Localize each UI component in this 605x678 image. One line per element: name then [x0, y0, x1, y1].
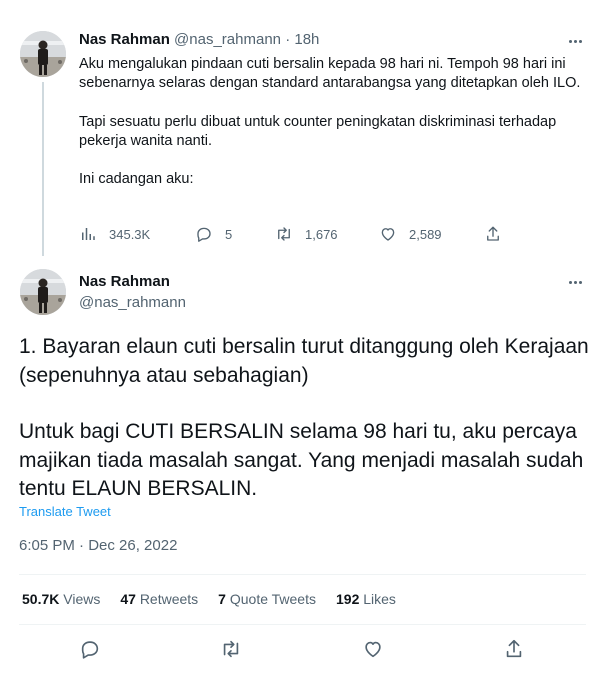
- tweet-text: Aku mengalukan pindaan cuti bersalin kep…: [79, 55, 589, 189]
- retweets-count: 47: [120, 591, 136, 607]
- likes-stat[interactable]: 192 Likes: [336, 591, 396, 607]
- like-icon: [365, 641, 381, 658]
- author-name[interactable]: Nas Rahman: [79, 31, 170, 48]
- tweet-text: 1. Bayaran elaun cuti bersalin turut dit…: [19, 333, 589, 504]
- tweet-paragraph: Tapi sesuatu perlu dibuat untuk counter …: [79, 113, 557, 149]
- views-stat: 50.7K Views: [22, 591, 100, 607]
- share-button[interactable]: [503, 638, 527, 662]
- views-count: 50.7K: [22, 591, 60, 607]
- views-label: Views: [63, 591, 101, 607]
- tweet-stats: 50.7K Views 47 Retweets 7 Quote Tweets 1…: [22, 591, 416, 607]
- like-icon: [381, 228, 395, 241]
- quotes-label: Quote Tweets: [229, 591, 316, 607]
- likes-count: 192: [336, 591, 360, 607]
- quotes-count: 7: [218, 591, 226, 607]
- share-icon: [506, 639, 522, 658]
- more-icon[interactable]: [564, 32, 586, 50]
- more-icon[interactable]: [564, 273, 586, 291]
- views-icon: [82, 228, 95, 240]
- divider: [19, 574, 586, 575]
- share-icon: [487, 226, 499, 241]
- like-button[interactable]: [362, 638, 386, 662]
- tweet-actions: 345.3K 5 1,676 2,589: [79, 225, 519, 247]
- reply-icon: [197, 227, 211, 242]
- reply-count: 5: [225, 226, 233, 242]
- divider: [19, 624, 586, 625]
- tweet-paragraph: Ini cadangan aku:: [79, 171, 194, 188]
- tweet-paragraph: 1. Bayaran elaun cuti bersalin turut dit…: [19, 335, 589, 387]
- translate-tweet-link[interactable]: Translate Tweet: [19, 504, 111, 519]
- retweets-stat[interactable]: 47 Retweets: [120, 591, 198, 607]
- like-count: 2,589: [409, 226, 442, 242]
- retweets-label: Retweets: [139, 591, 199, 607]
- reply-icon: [81, 641, 99, 659]
- views-button[interactable]: 345.3K: [79, 225, 150, 243]
- tweet-paragraph: Aku mengalukan pindaan cuti bersalin kep…: [79, 56, 581, 92]
- like-button[interactable]: 2,589: [379, 225, 442, 243]
- tweet-time[interactable]: 18h: [294, 31, 319, 48]
- tweet-datetime[interactable]: 6:05 PM · Dec 26, 2022: [19, 537, 177, 554]
- tweet-paragraph: Untuk bagi CUTI BERSALIN selama 98 hari …: [19, 420, 584, 500]
- separator: ·: [285, 31, 291, 48]
- thread-line: [42, 82, 44, 256]
- reply-button[interactable]: 5: [195, 225, 232, 243]
- likes-label: Likes: [363, 591, 396, 607]
- retweet-button[interactable]: [220, 638, 244, 662]
- author-handle[interactable]: @nas_rahmann: [79, 294, 186, 311]
- avatar[interactable]: [20, 31, 66, 77]
- share-button[interactable]: [484, 225, 514, 243]
- retweet-icon: [223, 640, 239, 658]
- reply-button[interactable]: [79, 638, 103, 662]
- author-handle[interactable]: @nas_rahmann: [174, 31, 281, 48]
- quote-tweets-stat[interactable]: 7 Quote Tweets: [218, 591, 316, 607]
- author-name[interactable]: Nas Rahman: [79, 273, 170, 290]
- retweet-button[interactable]: 1,676: [275, 225, 338, 243]
- retweet-count: 1,676: [305, 226, 338, 242]
- retweet-icon: [278, 227, 290, 241]
- views-count: 345.3K: [109, 226, 151, 242]
- tweet-header: Nas Rahman @nas_rahmann · 18h: [79, 31, 319, 48]
- tweet-actions: [0, 638, 605, 662]
- avatar[interactable]: [20, 269, 66, 315]
